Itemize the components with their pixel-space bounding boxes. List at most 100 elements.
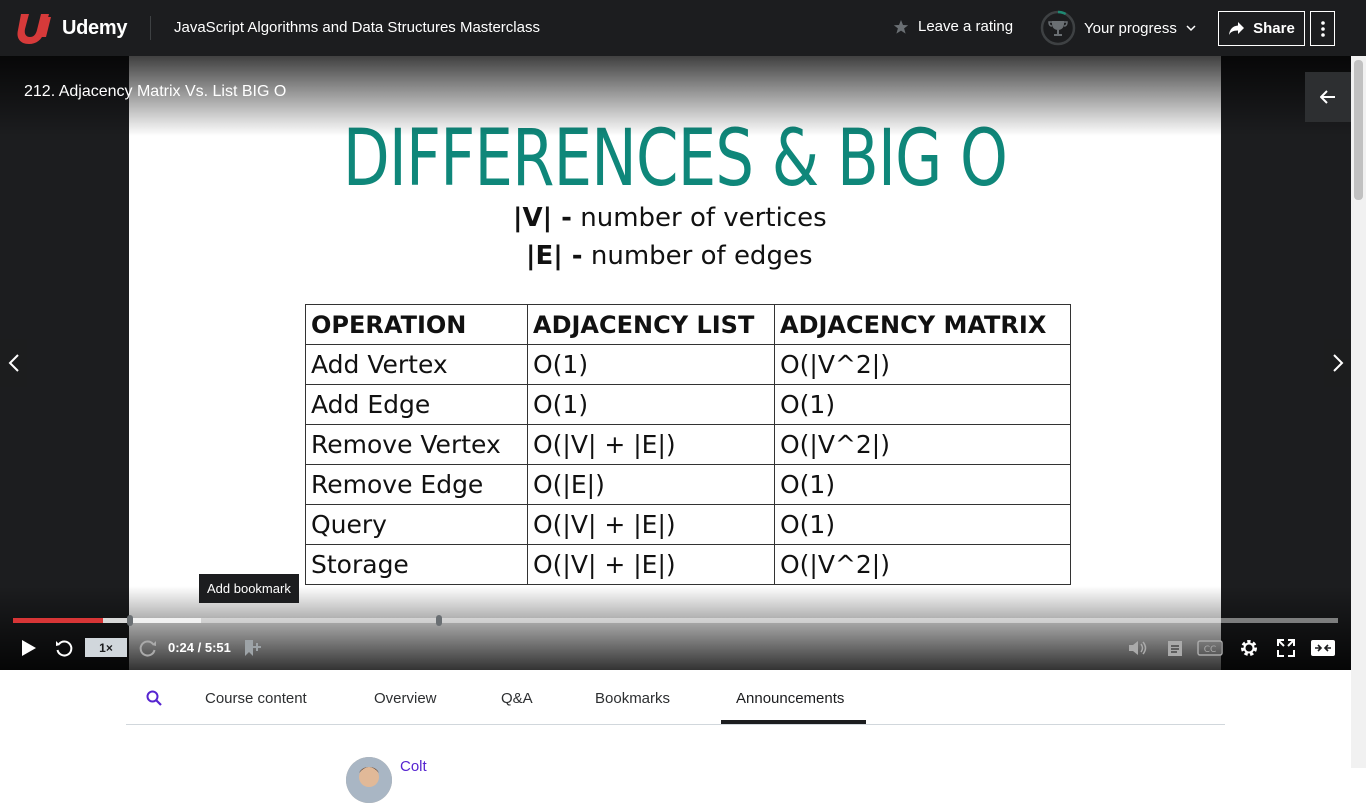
chevron-down-icon (1186, 25, 1196, 32)
brand-wordmark: Udemy (62, 16, 128, 39)
collapse-sidebar-button[interactable] (1305, 72, 1351, 122)
header-divider (150, 16, 151, 40)
svg-text:CC: CC (1204, 645, 1217, 655)
table-row: Add Vertex O(1) O(|V^2|) (305, 344, 1071, 385)
table-cell: O(|E|) (527, 464, 775, 505)
settings-button[interactable] (1237, 634, 1261, 662)
gear-icon (1241, 640, 1257, 656)
bookmark-plus-icon (245, 640, 261, 656)
table-cell: O(|V^2|) (774, 544, 1071, 585)
table-cell: O(1) (527, 344, 775, 385)
tab-bookmarks[interactable]: Bookmarks (595, 690, 670, 707)
share-button[interactable]: Share (1218, 11, 1305, 46)
share-icon (1229, 22, 1245, 35)
vertical-dots-icon (1320, 20, 1325, 37)
leave-rating-button[interactable]: Leave a rating (893, 18, 1013, 35)
previous-lecture-button[interactable] (0, 339, 27, 387)
table-cell: Remove Edge (305, 464, 528, 505)
your-progress-label: Your progress (1084, 19, 1177, 37)
table-cell: O(|V| + |E|) (527, 504, 775, 545)
edges-symbol: |E| - (526, 241, 583, 271)
table-cell: O(|V| + |E|) (527, 424, 775, 465)
bookmark-marker[interactable] (436, 615, 442, 626)
seek-handle[interactable] (127, 615, 133, 626)
volume-icon (1129, 641, 1147, 655)
search-icon[interactable] (146, 690, 162, 706)
play-icon (22, 640, 36, 656)
table-cell: O(1) (774, 504, 1071, 545)
next-lecture-button[interactable] (1324, 339, 1351, 387)
udemy-logo[interactable]: Udemy (16, 11, 128, 45)
tab-qa[interactable]: Q&A (501, 690, 533, 707)
timecode: 0:24 / 5:51 (168, 640, 231, 655)
edges-definition: |E| - number of edges (526, 241, 812, 271)
lecture-title: 212. Adjacency Matrix Vs. List BIG O (24, 83, 287, 100)
captions-button[interactable]: CC (1196, 634, 1224, 662)
leave-rating-label: Leave a rating (918, 18, 1014, 35)
table-header-row: OPERATION ADJACENCY LIST ADJACENCY MATRI… (305, 304, 1071, 345)
edges-text: number of edges (582, 241, 813, 271)
table-cell: Remove Vertex (305, 424, 528, 465)
instructor-photo (346, 757, 392, 803)
vertices-symbol: |V| - (513, 203, 572, 233)
table-cell: Add Edge (305, 384, 528, 425)
bookmark-tooltip: Add bookmark (199, 574, 299, 603)
header-adjacency-list: ADJACENCY LIST (527, 304, 775, 345)
more-options-button[interactable] (1310, 11, 1335, 46)
table-row: Query O(|V| + |E|) O(1) (305, 504, 1071, 545)
table-row: Add Edge O(1) O(1) (305, 384, 1071, 425)
video-player[interactable]: DIFFERENCES & BIG O |V| - number of vert… (0, 56, 1351, 670)
table-cell: Add Vertex (305, 344, 528, 385)
player-controls: 1× 0:24 / 5:51 CC (0, 634, 1351, 662)
table-row: Remove Vertex O(|V| + |E|) O(|V^2|) (305, 424, 1071, 465)
share-label: Share (1253, 20, 1295, 37)
tab-overview[interactable]: Overview (374, 690, 437, 707)
vertices-text: number of vertices (571, 203, 827, 233)
captions-icon: CC (1197, 640, 1223, 656)
table-row: Storage O(|V| + |E|) O(|V^2|) (305, 544, 1071, 585)
course-tabs: Course content Overview Q&A Bookmarks An… (126, 670, 1225, 725)
scrollbar-thumb[interactable] (1354, 60, 1363, 200)
rewind-button[interactable] (52, 634, 76, 662)
arrow-left-icon (1320, 90, 1335, 104)
play-button[interactable] (16, 634, 40, 662)
chevron-left-icon (8, 354, 19, 372)
active-tab-indicator (721, 720, 866, 724)
page-scrollbar[interactable] (1351, 56, 1366, 768)
top-navigation-bar: Udemy JavaScript Algorithms and Data Str… (0, 0, 1366, 56)
tab-course-content[interactable]: Course content (205, 690, 307, 707)
transcript-button[interactable] (1163, 634, 1187, 662)
trophy-icon (1040, 10, 1076, 46)
transcript-icon (1168, 641, 1182, 656)
add-bookmark-button[interactable] (240, 634, 264, 662)
seek-bar[interactable] (13, 615, 1338, 626)
playback-rate-button[interactable]: 1× (85, 638, 127, 657)
fullscreen-button[interactable] (1274, 634, 1298, 662)
header-adjacency-matrix: ADJACENCY MATRIX (774, 304, 1071, 345)
your-progress-dropdown[interactable]: Your progress (1040, 10, 1197, 46)
forward-icon (139, 640, 156, 657)
table-cell: Storage (305, 544, 528, 585)
udemy-u-icon (17, 14, 51, 44)
course-title[interactable]: JavaScript Algorithms and Data Structure… (174, 19, 540, 36)
expand-icon (1277, 639, 1295, 657)
header-operation: OPERATION (305, 304, 528, 345)
big-o-table: OPERATION ADJACENCY LIST ADJACENCY MATRI… (305, 304, 1071, 585)
star-icon (893, 19, 909, 34)
table-cell: O(1) (774, 464, 1071, 505)
announcement-author[interactable]: Colt (400, 758, 427, 775)
avatar[interactable] (346, 757, 392, 803)
rewind-icon (56, 640, 73, 657)
table-cell: O(|V| + |E|) (527, 544, 775, 585)
table-row: Remove Edge O(|E|) O(1) (305, 464, 1071, 505)
tab-announcements[interactable]: Announcements (736, 690, 844, 707)
table-cell: O(|V^2|) (774, 424, 1071, 465)
theater-mode-icon (1311, 640, 1335, 656)
table-cell: O(1) (527, 384, 775, 425)
table-cell: O(|V^2|) (774, 344, 1071, 385)
table-cell: Query (305, 504, 528, 545)
vertices-definition: |V| - number of vertices (513, 203, 827, 233)
volume-button[interactable] (1126, 634, 1150, 662)
forward-button[interactable] (136, 634, 160, 662)
theater-mode-button[interactable] (1310, 634, 1336, 662)
